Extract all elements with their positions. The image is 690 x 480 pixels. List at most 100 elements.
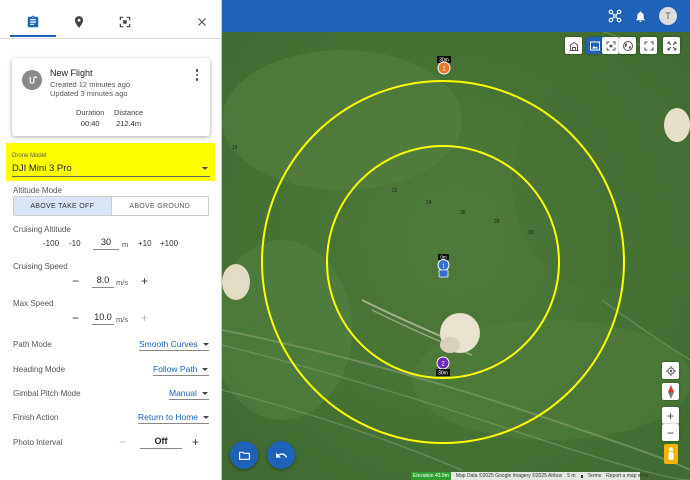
open-folder-button[interactable] bbox=[230, 441, 258, 469]
above-take-off-button[interactable]: ABOVE TAKE OFF bbox=[14, 197, 112, 215]
map-attribution-bar: Elevation 43.9m Map Data ©2025 Google Im… bbox=[411, 472, 648, 480]
zoom-in-button[interactable]: + bbox=[662, 407, 679, 424]
location-pin-icon bbox=[74, 16, 84, 28]
cruising-speed-input[interactable]: 8.0 bbox=[92, 275, 114, 288]
selection-frame-icon bbox=[119, 16, 131, 28]
finish-action-label: Finish Action bbox=[13, 413, 59, 422]
map-view[interactable]: 22 24 26 28 30 18 30m 1 0m 1 2 30m bbox=[222, 0, 690, 480]
light-patch bbox=[664, 108, 690, 142]
max-speed-input[interactable]: 10.0 bbox=[92, 312, 114, 325]
undo-button[interactable] bbox=[267, 441, 295, 469]
finish-action-select[interactable]: Return to Home bbox=[138, 412, 209, 422]
compass-button[interactable] bbox=[662, 383, 679, 400]
altitude-minus-100-button[interactable]: -100 bbox=[43, 239, 59, 248]
drone-model-value: DJI Mini 3 Pro bbox=[12, 163, 72, 174]
satellite-map[interactable]: 22 24 26 28 30 18 30m 1 0m 1 2 30m bbox=[222, 0, 690, 480]
altitude-plus-100-button[interactable]: +100 bbox=[160, 239, 178, 248]
cruising-altitude-input[interactable]: 30 bbox=[93, 237, 119, 250]
max-speed-increase-button[interactable]: + bbox=[141, 312, 148, 324]
home-number: 1 bbox=[442, 263, 445, 269]
map-label: 26 bbox=[460, 210, 466, 216]
distance-label: Distance bbox=[114, 108, 144, 117]
max-speed-label: Max Speed bbox=[13, 299, 54, 308]
finish-action-value: Return to Home bbox=[138, 412, 198, 422]
heading-mode-select[interactable]: Follow Path bbox=[153, 364, 209, 374]
panel-tabs bbox=[0, 0, 222, 38]
zoom-out-button[interactable]: − bbox=[662, 424, 679, 441]
map-layers-button[interactable] bbox=[565, 37, 582, 54]
grass-patch bbox=[222, 50, 462, 190]
altitude-mode-label: Altitude Mode bbox=[13, 186, 62, 195]
photo-interval-input[interactable]: Off bbox=[140, 436, 182, 449]
path-mode-select[interactable]: Smooth Curves bbox=[139, 339, 209, 349]
photo-interval-decrease-button[interactable]: − bbox=[119, 436, 126, 448]
tab-waypoints[interactable] bbox=[56, 8, 102, 36]
waypoint-2-marker[interactable]: 2 30m bbox=[436, 356, 450, 377]
folder-icon bbox=[238, 451, 250, 460]
altitude-minus-10-button[interactable]: -10 bbox=[69, 239, 81, 248]
zoom-to-fit-button[interactable] bbox=[663, 37, 680, 54]
fit-bounds-icon bbox=[667, 41, 676, 50]
gimbal-pitch-mode-select[interactable]: Manual bbox=[169, 388, 208, 398]
drone-glyph bbox=[608, 9, 622, 23]
map-label: 30 bbox=[528, 230, 534, 236]
max-speed-decrease-button[interactable]: − bbox=[72, 312, 79, 324]
map-scale-bar bbox=[580, 474, 583, 478]
clipboard-icon bbox=[27, 15, 39, 28]
gimbal-pitch-mode-underline bbox=[169, 399, 209, 400]
tab-area[interactable] bbox=[102, 8, 148, 36]
close-icon bbox=[198, 18, 206, 26]
path-mode-underline bbox=[139, 350, 209, 351]
speed-increase-button[interactable]: + bbox=[141, 275, 148, 287]
building-icon bbox=[569, 41, 578, 51]
photo-interval-label: Photo Interval bbox=[13, 438, 63, 447]
drone-coverage-button[interactable] bbox=[602, 37, 619, 54]
fullscreen-button[interactable] bbox=[640, 37, 657, 54]
altitude-unit: m bbox=[122, 240, 129, 249]
gimbal-pitch-mode-label: Gimbal Pitch Mode bbox=[13, 389, 81, 398]
duration-value: 00:40 bbox=[80, 119, 100, 128]
pegman-glyph bbox=[668, 447, 674, 460]
fullscreen-icon bbox=[643, 40, 654, 51]
my-location-button[interactable] bbox=[662, 362, 679, 379]
globe-view-button[interactable] bbox=[619, 37, 636, 54]
map-label: 24 bbox=[426, 200, 432, 206]
divider bbox=[0, 38, 222, 39]
waypoint-1-marker[interactable]: 30m 1 bbox=[437, 56, 451, 75]
drone-icon[interactable] bbox=[607, 8, 623, 24]
photo-interval-increase-button[interactable]: + bbox=[192, 436, 199, 448]
gimbal-pitch-mode-value: Manual bbox=[169, 388, 197, 398]
camera-frame-icon bbox=[606, 41, 615, 50]
map-label: 18 bbox=[232, 145, 238, 151]
report-map-error-link[interactable]: Report a map error bbox=[606, 473, 648, 479]
close-panel-button[interactable] bbox=[182, 8, 222, 36]
speed-decrease-button[interactable]: − bbox=[72, 275, 79, 287]
more-vert-icon[interactable] bbox=[192, 68, 202, 82]
cruising-speed-label: Cruising Speed bbox=[13, 262, 68, 271]
drone-model-select[interactable]: Drone Model DJI Mini 3 Pro bbox=[6, 143, 215, 181]
light-patch bbox=[440, 337, 460, 353]
dropdown-arrow-icon bbox=[202, 167, 208, 170]
drone-model-underline bbox=[12, 176, 210, 177]
user-avatar[interactable]: T bbox=[659, 7, 677, 25]
active-tab-indicator bbox=[10, 35, 56, 37]
flight-name: New Flight bbox=[50, 68, 93, 78]
street-view-pegman-icon[interactable] bbox=[664, 444, 678, 464]
flight-updated: Updated 3 minutes ago bbox=[50, 89, 128, 98]
altitude-plus-10-button[interactable]: +10 bbox=[138, 239, 152, 248]
dropdown-arrow-icon bbox=[201, 392, 208, 396]
heading-mode-value: Follow Path bbox=[153, 364, 198, 374]
satellite-view-button[interactable] bbox=[586, 37, 603, 54]
home-point-marker[interactable]: 0m 1 bbox=[437, 254, 450, 278]
undo-icon bbox=[275, 452, 287, 458]
notifications-bell-icon[interactable] bbox=[632, 8, 648, 24]
flight-settings-panel: New Flight Created 12 minutes ago Update… bbox=[0, 0, 222, 480]
compass-icon bbox=[667, 384, 674, 399]
image-icon bbox=[589, 41, 600, 50]
map-label: 28 bbox=[494, 219, 500, 225]
tab-flight-details[interactable] bbox=[10, 8, 56, 36]
map-scale-label: 5 m bbox=[567, 473, 576, 479]
above-ground-button[interactable]: ABOVE GROUND bbox=[111, 197, 208, 215]
finish-action-underline bbox=[138, 423, 209, 424]
terms-link[interactable]: Terms bbox=[588, 473, 602, 479]
